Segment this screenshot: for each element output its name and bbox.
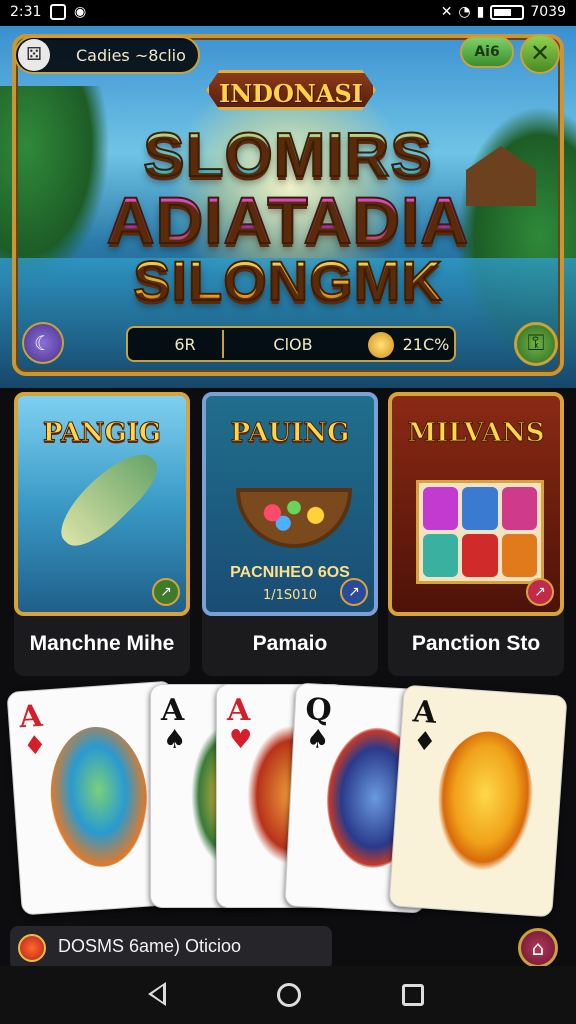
slot-symbol bbox=[462, 487, 498, 530]
slot-symbol bbox=[501, 487, 537, 530]
game-art: PANGIG ↗ bbox=[14, 392, 190, 616]
close-icon[interactable]: ✕ bbox=[520, 34, 560, 74]
card-rank: A bbox=[17, 698, 44, 736]
card-suit: ♠ bbox=[163, 725, 187, 755]
hero-banner[interactable]: ⚄ Cadies ~8clio Ai6 ✕ INDONASI SLOMIRS A… bbox=[0, 26, 576, 388]
card-suit: ♦ bbox=[411, 726, 438, 758]
logo-line-2: ADIATADIA bbox=[0, 182, 576, 258]
slot-reels bbox=[416, 480, 544, 584]
system-nav-bar bbox=[0, 966, 576, 1024]
info-value-3: 21C% bbox=[402, 335, 450, 354]
logo-line-3: SILONGMK bbox=[0, 248, 576, 313]
game-card[interactable]: MILVANS ↗ Panction Sto bbox=[388, 392, 564, 676]
notification-icon bbox=[50, 4, 66, 20]
game-caption: Pamaio bbox=[252, 632, 328, 655]
logo-line-1: SLOMIRS bbox=[0, 120, 576, 191]
slot-symbol bbox=[501, 534, 537, 577]
game-chip-icon bbox=[18, 934, 46, 962]
back-icon[interactable] bbox=[148, 982, 166, 1006]
status-right-text: 7039 bbox=[530, 4, 566, 20]
fish-image bbox=[432, 728, 538, 875]
mute-icon: ✕ bbox=[440, 4, 453, 20]
fish-image bbox=[49, 440, 167, 558]
home-circle-icon[interactable] bbox=[277, 983, 301, 1007]
card-suit: ♠ bbox=[305, 724, 331, 756]
game-card-row: PANGIG ↗ Manchne Mihe PAUING PACNIHEO 6O… bbox=[0, 388, 576, 678]
moon-icon[interactable]: ☾ bbox=[22, 322, 64, 364]
chest-icon[interactable]: ⚿ bbox=[514, 322, 558, 366]
status-time: 2:31 bbox=[10, 4, 42, 20]
info-divider bbox=[222, 330, 224, 358]
dice-icon: ⚄ bbox=[18, 39, 50, 71]
game-caption: Manchne Mihe bbox=[29, 632, 175, 655]
game-card[interactable]: PAUING PACNIHEO 6OS 1/1S010 ↗ Pamaio bbox=[202, 392, 378, 676]
game-art: MILVANS ↗ bbox=[388, 392, 564, 616]
bowl-image bbox=[236, 488, 352, 548]
playing-card[interactable]: A ♦ bbox=[388, 684, 568, 918]
signal-icon: ▮ bbox=[476, 4, 485, 20]
slot-symbol bbox=[462, 534, 498, 577]
slot-symbol bbox=[423, 534, 459, 577]
playing-card-fan: A ♦ A ♠ A ♥ Q ♠ A ♦ bbox=[0, 680, 576, 920]
game-art: PAUING PACNIHEO 6OS 1/1S010 ↗ bbox=[202, 392, 378, 616]
battery-icon bbox=[490, 4, 525, 20]
play-icon[interactable]: ↗ bbox=[526, 578, 554, 606]
game-card[interactable]: PANGIG ↗ Manchne Mihe bbox=[14, 392, 190, 676]
game-caption: Panction Sto bbox=[411, 632, 541, 655]
info-value-2: ClOB bbox=[273, 335, 313, 354]
coin-icon bbox=[368, 332, 394, 358]
recent-apps-icon[interactable] bbox=[402, 984, 424, 1006]
info-bar: 6R ClOB 21C% bbox=[126, 326, 456, 362]
bottom-info-bar[interactable]: DOSMS 6ame) Oticioo bbox=[10, 926, 332, 970]
game-art-title: PANGIG bbox=[42, 418, 162, 449]
card-rank: A bbox=[227, 693, 251, 728]
card-rank: A bbox=[411, 694, 438, 731]
info-value-1: 6R bbox=[174, 335, 196, 354]
badge-text: INDONASI bbox=[219, 79, 363, 108]
card-rank: Q bbox=[304, 692, 333, 729]
status-bar: 2:31 ◉ ✕ ◔ ▮ 7039 bbox=[0, 0, 576, 26]
play-icon[interactable]: ↗ bbox=[340, 578, 368, 606]
app-notification-icon: ◉ bbox=[74, 4, 87, 20]
user-pill[interactable]: ⚄ Cadies ~8clio bbox=[14, 36, 200, 74]
home-icon[interactable]: ⌂ bbox=[518, 928, 558, 968]
user-label: Cadies ~8clio bbox=[76, 46, 186, 65]
card-suit: ♦ bbox=[22, 730, 48, 762]
play-icon[interactable]: ↗ bbox=[152, 578, 180, 606]
card-suit: ♥ bbox=[229, 725, 253, 755]
game-art-title: MILVANS bbox=[407, 418, 545, 449]
card-rank: A bbox=[161, 693, 185, 728]
wifi-icon: ◔ bbox=[458, 4, 471, 20]
game-art-title: PAUING bbox=[230, 418, 350, 449]
fish-image bbox=[46, 723, 152, 871]
level-button[interactable]: Ai6 bbox=[460, 36, 514, 68]
slot-symbol bbox=[423, 487, 459, 530]
title-badge: INDONASI bbox=[206, 70, 376, 110]
bottom-info-text: DOSMS 6ame) Oticioo bbox=[58, 936, 242, 956]
